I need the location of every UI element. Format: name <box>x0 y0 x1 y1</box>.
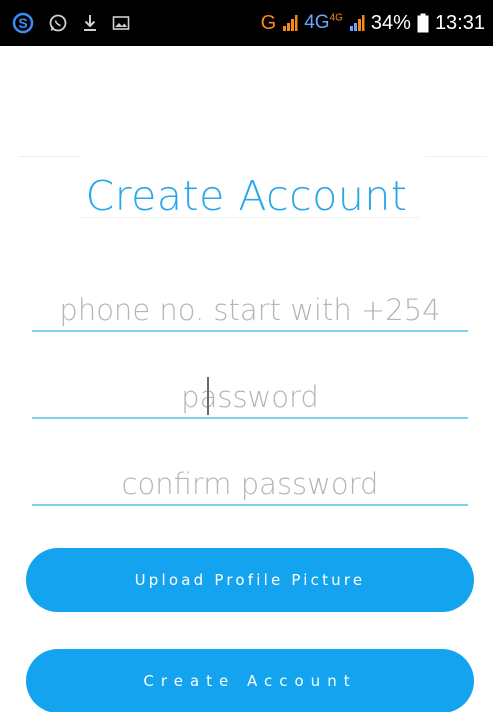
status-bar-system: G 4G4G 34% 13:31 <box>261 12 485 35</box>
confirm-password-input[interactable] <box>32 467 468 501</box>
phone-field[interactable] <box>32 284 468 332</box>
clock: 13:31 <box>434 11 485 34</box>
password-input[interactable] <box>32 380 468 414</box>
battery-percent: 34% <box>370 11 411 34</box>
download-icon <box>82 13 98 33</box>
divider <box>425 156 487 157</box>
network-4g-small-label: 4G <box>329 12 343 24</box>
create-account-screen: S G 4G4G 34% 13:31 Create Account phone … <box>0 0 493 712</box>
signal-icon-1 <box>282 14 298 32</box>
status-bar-notifications: S <box>12 12 130 34</box>
image-icon <box>112 15 130 31</box>
battery-icon <box>417 13 429 33</box>
phone-input[interactable] <box>32 293 468 327</box>
page-title: Create Account <box>85 172 408 220</box>
confirm-password-field[interactable] <box>32 458 468 506</box>
whatsapp-icon <box>48 13 68 33</box>
network-g-label: G <box>260 11 277 34</box>
upload-profile-picture-button[interactable]: Upload Profile Picture <box>26 548 474 612</box>
status-bar: S G 4G4G 34% 13:31 <box>0 0 493 46</box>
text-cursor <box>207 377 209 415</box>
password-field[interactable] <box>32 371 468 419</box>
create-account-button[interactable]: Create Account <box>26 649 474 712</box>
skype-icon: S <box>12 12 34 34</box>
divider <box>18 156 80 157</box>
svg-text:S: S <box>18 15 27 31</box>
network-4g-label: 4G <box>304 12 330 33</box>
signal-icon-2 <box>349 14 365 32</box>
